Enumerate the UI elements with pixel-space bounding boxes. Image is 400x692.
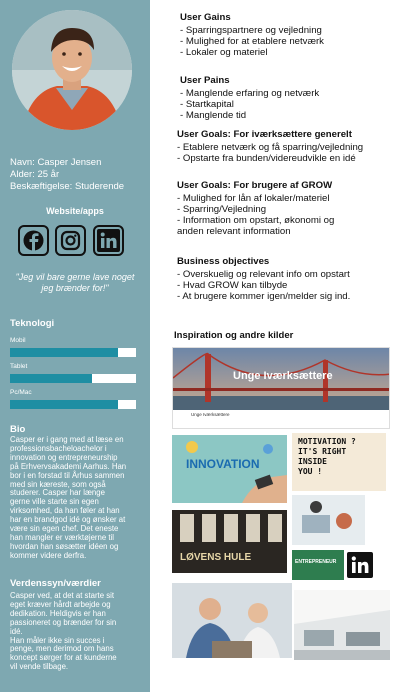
list-item: - Lokaler og materiel <box>180 47 268 58</box>
linkedin-logo-icon <box>347 552 373 578</box>
profile-age: Alder: 25 år <box>10 169 60 180</box>
website-apps-title: Website/apps <box>46 206 104 216</box>
profile-name: Navn: Casper Jensen <box>10 157 102 168</box>
entrepreneur-text: ENTREPRENEUR <box>295 559 337 565</box>
profile-occupation: Beskæftigelse: Studerende <box>10 181 125 192</box>
list-item: - Startkapital <box>180 99 234 110</box>
goals-general-list: - Etablere netværk og få sparring/vejled… <box>177 142 363 164</box>
skill-fill-pc <box>10 400 119 409</box>
list-item: - Mulighed for at etablere netværk <box>180 36 324 47</box>
skill-label-pc: Pc/Mac <box>10 389 32 396</box>
list-item: - Manglende tid <box>180 110 247 121</box>
persona-quote: "Jeg vil bare gerne lave noget jeg brænd… <box>15 272 135 293</box>
bio-title: Bio <box>10 424 26 435</box>
user-pains-list: - Manglende erfaring og netværk - Startk… <box>180 88 319 121</box>
facebook-icon[interactable] <box>18 225 49 256</box>
worldview-title: Verdenssyn/værdier <box>10 578 101 589</box>
lovens-hule-image: LØVENS HULE <box>172 510 287 573</box>
list-item: - At brugere kommer igen/melder sig ind. <box>177 291 351 302</box>
worldview-text: Casper ved, at det at starte sit eget kr… <box>10 591 117 672</box>
list-item: - Overskuelig og relevant info om opstar… <box>177 269 350 280</box>
skill-bar-mobile <box>10 348 136 357</box>
business-objectives-title: Business objectives <box>177 256 270 267</box>
banner-image: Unge Iværksættere Unge Iværksættere <box>172 347 390 429</box>
skill-label-tablet: Tablet <box>10 363 28 370</box>
list-item: - Mulighed for lån af lokaler/materiel <box>177 193 330 204</box>
instagram-icon[interactable] <box>55 225 86 256</box>
skill-bar-pc <box>10 400 136 409</box>
innovation-image: INNOVATION <box>172 435 287 503</box>
workspace-image <box>292 495 365 545</box>
user-gains-list: - Sparringspartnere og vejledning - Muli… <box>180 25 324 58</box>
innovation-text: INNOVATION <box>186 457 260 471</box>
skill-fill-mobile <box>10 348 119 357</box>
list-item: - Opstarte fra bunden/videreudvikle en i… <box>177 153 356 164</box>
list-item: - Sparringspartnere og vejledning <box>180 25 322 36</box>
lovens-hule-text: LØVENS HULE <box>180 552 252 563</box>
list-item: - Etablere netværk og få sparring/vejled… <box>177 142 364 153</box>
profile-sidebar: Navn: Casper Jensen Alder: 25 år Beskæft… <box>0 0 150 692</box>
user-gains-title: User Gains <box>180 12 231 23</box>
goals-general-title: User Goals: For iværksættere generelt <box>177 129 352 140</box>
banner-subtitle: Unge Iværksættere <box>191 412 230 417</box>
linkedin-icon[interactable] <box>93 225 124 256</box>
avatar-photo <box>12 10 132 130</box>
list-item: - Sparring/Vejledning <box>177 204 267 215</box>
bio-text: Casper er i gang med at læse en professi… <box>10 435 127 560</box>
technology-title: Teknologi <box>10 318 55 329</box>
meeting-image <box>172 583 292 658</box>
office-image <box>294 590 390 660</box>
motivation-text: MOTIVATION ? IT'S RIGHT INSIDE YOU ! <box>298 437 356 476</box>
banner-title: Unge Iværksættere <box>233 370 333 382</box>
list-item: anden relevant information <box>177 226 291 237</box>
entrepreneur-image: ENTREPRENEUR <box>292 550 344 580</box>
avatar <box>12 10 132 130</box>
inspiration-title: Inspiration og andre kilder <box>174 330 294 341</box>
user-pains-title: User Pains <box>180 75 230 86</box>
business-objectives-list: - Overskuelig og relevant info om opstar… <box>177 269 350 302</box>
motivation-image: MOTIVATION ? IT'S RIGHT INSIDE YOU ! <box>292 433 386 491</box>
list-item: - Information om opstart, økonomi og <box>177 215 335 226</box>
list-item: - Manglende erfaring og netværk <box>180 88 320 99</box>
skill-label-mobile: Mobil <box>10 337 26 344</box>
goals-grow-title: User Goals: For brugere af GROW <box>177 180 333 191</box>
goals-grow-list: - Mulighed for lån af lokaler/materiel -… <box>177 193 334 237</box>
skill-fill-tablet <box>10 374 92 383</box>
list-item: - Hvad GROW kan tilbyde <box>177 280 288 291</box>
skill-bar-tablet <box>10 374 136 383</box>
